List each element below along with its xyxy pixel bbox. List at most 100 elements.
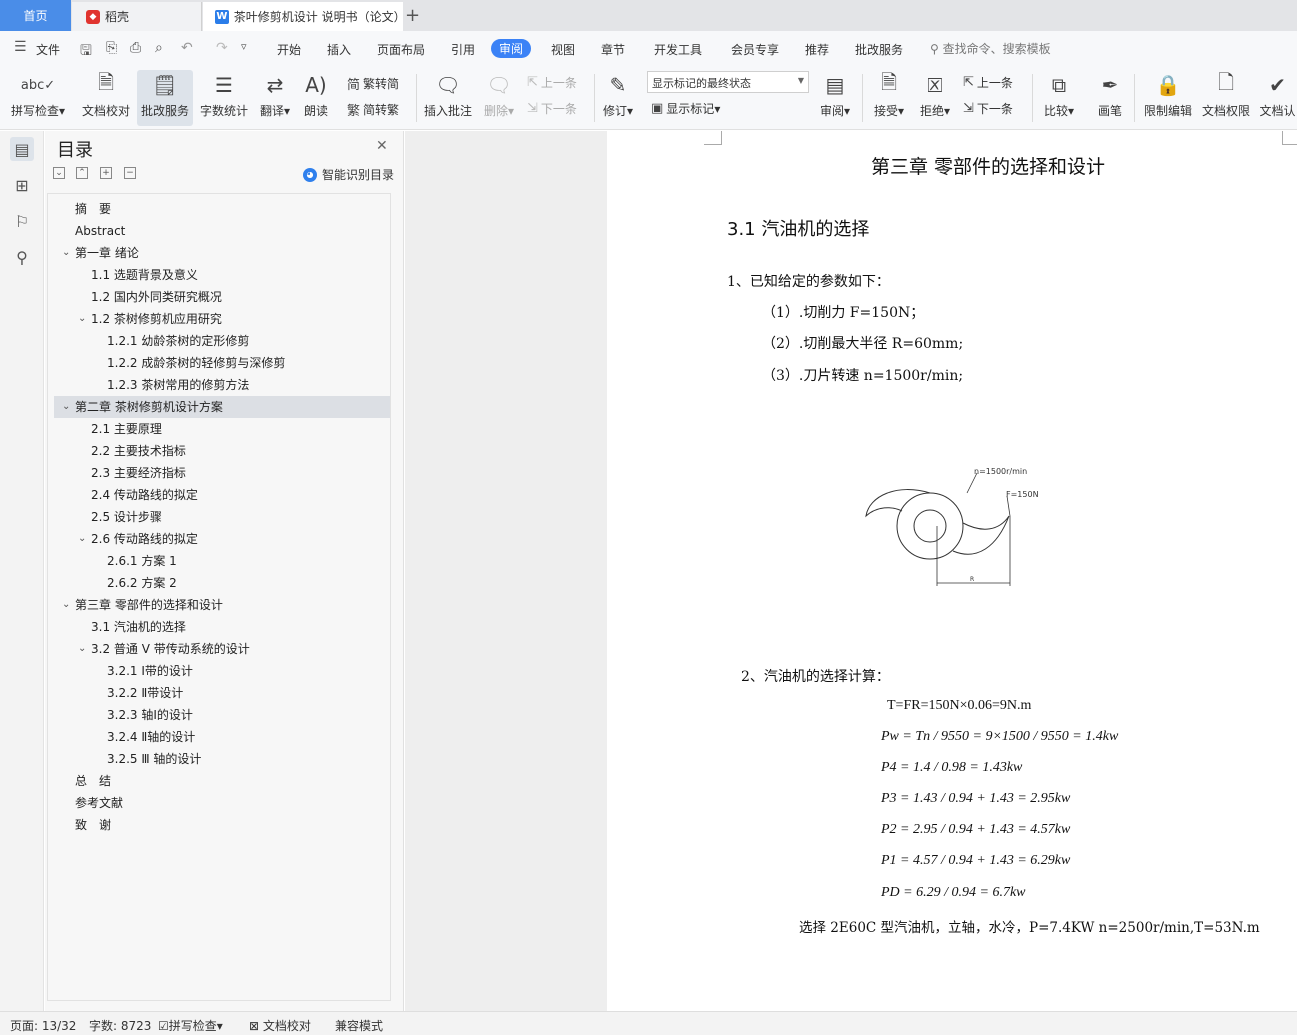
chapter-nav-icon[interactable]: ⊞: [10, 173, 34, 197]
word-count-indicator[interactable]: 字数: 8723: [89, 1017, 151, 1034]
toc-item[interactable]: 2.6.2 方案 2: [48, 572, 390, 594]
toc-item[interactable]: 1.2.2 成龄茶树的轻修剪与深修剪: [48, 352, 390, 374]
expand-up-icon[interactable]: ⌃: [76, 167, 88, 179]
menu-start[interactable]: 开始: [277, 41, 301, 58]
review-service-button[interactable]: 🗒 批改服务: [137, 70, 193, 126]
chevron-down-icon[interactable]: ⌄: [62, 242, 70, 264]
preview-icon[interactable]: ⌕: [155, 40, 163, 56]
doc-permission-button[interactable]: 🗋 文档权限: [1200, 70, 1252, 126]
reject-change-button[interactable]: 🗵 拒绝▾: [916, 70, 954, 126]
add-level-icon[interactable]: +: [100, 167, 112, 179]
document-page[interactable]: 第三章 零部件的选择和设计 3.1 汽油机的选择 1、已知给定的参数如下： （1…: [607, 131, 1297, 1011]
remove-level-icon[interactable]: −: [124, 167, 136, 179]
chevron-down-icon[interactable]: ⌄: [78, 638, 86, 660]
undo-icon[interactable]: ↶: [181, 40, 193, 56]
toc-item[interactable]: 总 结: [48, 770, 390, 792]
toc-item[interactable]: ⌄ 1.2 茶树修剪机应用研究: [48, 308, 390, 330]
toc-item[interactable]: 参考文献: [48, 792, 390, 814]
chevron-down-icon[interactable]: ⌄: [62, 396, 70, 418]
translate-button[interactable]: ⇄ 翻译▾: [256, 70, 294, 126]
export-icon[interactable]: ⎘: [106, 40, 117, 56]
menu-recommend[interactable]: 推荐: [805, 41, 829, 58]
menu-dev-tools[interactable]: 开发工具: [654, 41, 702, 58]
save-icon[interactable]: 🖫: [80, 40, 92, 64]
status-spell-check[interactable]: ☑拼写检查▾: [158, 1017, 223, 1034]
pen-button[interactable]: ✒ 画笔: [1094, 70, 1126, 126]
toc-item[interactable]: 2.6.1 方案 1: [48, 550, 390, 572]
toc-item[interactable]: 3.2.4 Ⅱ轴的设计: [48, 726, 390, 748]
toc-item[interactable]: ⌄ 2.6 传动路线的拟定: [48, 528, 390, 550]
bookmark-icon[interactable]: ⚐: [10, 209, 34, 233]
toc-item[interactable]: 2.4 传动路线的拟定: [48, 484, 390, 506]
toc-panel-icon[interactable]: ▤: [10, 137, 34, 161]
menu-reference[interactable]: 引用: [451, 41, 475, 58]
chevron-down-icon[interactable]: ⌄: [78, 528, 86, 550]
simp-to-trad-button[interactable]: 繁简转繁: [347, 100, 399, 119]
toc-item[interactable]: 3.2.1 Ⅰ带的设计: [48, 660, 390, 682]
print-icon[interactable]: ⎙: [130, 40, 141, 56]
prev-change-button[interactable]: ⇱ 上一条: [963, 74, 1013, 91]
menu-review-service[interactable]: 批改服务: [855, 41, 903, 58]
toc-item[interactable]: 摘 要: [48, 198, 390, 220]
page-indicator[interactable]: 页面: 13/32: [10, 1017, 76, 1034]
toc-item[interactable]: 3.2.2 Ⅱ带设计: [48, 682, 390, 704]
toc-item[interactable]: 1.2.3 茶树常用的修剪方法: [48, 374, 390, 396]
trad-to-simp-button[interactable]: 简繁转简: [347, 74, 399, 93]
menu-file[interactable]: 文件: [36, 41, 60, 58]
menu-chapter[interactable]: 章节: [601, 41, 625, 58]
word-count-button[interactable]: ☰ 字数统计: [198, 70, 250, 126]
doc-certify-button[interactable]: ✔ 文档认: [1258, 70, 1297, 126]
toc-item[interactable]: 1.2 国内外同类研究概况: [48, 286, 390, 308]
search-icon[interactable]: ⚲: [10, 245, 34, 269]
toc-item[interactable]: 致 谢: [48, 814, 390, 836]
redo-icon[interactable]: ↷: [216, 40, 228, 56]
menu-insert[interactable]: 插入: [327, 41, 351, 58]
compare-button[interactable]: ⧉ 比较▾: [1040, 70, 1078, 126]
toc-item[interactable]: 2.2 主要技术指标: [48, 440, 390, 462]
tab-document[interactable]: W 茶叶修剪机设计 说明书（论文）: [203, 2, 406, 31]
prev-comment-button[interactable]: ⇱ 上一条: [527, 74, 577, 91]
menu-review[interactable]: 审阅: [491, 39, 532, 58]
new-tab-button[interactable]: +: [405, 5, 420, 26]
restrict-edit-button[interactable]: 🔒 限制编辑: [1140, 70, 1196, 126]
show-markup-button[interactable]: ▣ 显示标记 ▾: [651, 100, 720, 117]
spell-check-button[interactable]: abc✓ 拼写检查▾: [10, 70, 66, 126]
delete-comment-button[interactable]: 🗨 删除▾: [480, 70, 518, 126]
toc-item[interactable]: Abstract: [48, 220, 390, 242]
chevron-down-icon[interactable]: ⌄: [62, 594, 70, 616]
track-changes-button[interactable]: ✎ 修订▾: [600, 70, 636, 126]
toc-item[interactable]: 2.5 设计步骤: [48, 506, 390, 528]
toc-item[interactable]: ⌄ 3.2 普通 V 带传动系统的设计: [48, 638, 390, 660]
menu-member[interactable]: 会员专享: [731, 41, 779, 58]
close-icon[interactable]: ✕: [376, 138, 388, 154]
chevron-down-icon[interactable]: ⌄: [78, 308, 86, 330]
menu-layout[interactable]: 页面布局: [377, 41, 425, 58]
next-change-button[interactable]: ⇲ 下一条: [963, 100, 1013, 117]
markup-state-select[interactable]: 显示标记的最终状态 ▼: [647, 71, 809, 93]
toc-item[interactable]: 1.2.1 幼龄茶树的定形修剪: [48, 330, 390, 352]
collapse-all-icon[interactable]: ⌄: [53, 167, 65, 179]
menu-view[interactable]: 视图: [551, 41, 575, 58]
toc-item[interactable]: 2.1 主要原理: [48, 418, 390, 440]
accept-change-button[interactable]: 🗎 接受▾: [870, 70, 908, 126]
smart-toc-button[interactable]: ◕ 智能识别目录: [303, 166, 394, 183]
hamburger-icon[interactable]: ☰: [14, 39, 27, 55]
next-comment-button[interactable]: ⇲ 下一条: [527, 100, 577, 117]
toc-item[interactable]: ⌄ 第二章 茶树修剪机设计方案: [54, 396, 390, 418]
toc-item[interactable]: ⌄ 第一章 绪论: [48, 242, 390, 264]
status-doc-check[interactable]: ⊠ 文档校对: [249, 1017, 311, 1034]
command-search[interactable]: ⚲ 查找命令、搜索模板: [930, 40, 1051, 57]
toc-item[interactable]: 3.2.5 Ⅲ 轴的设计: [48, 748, 390, 770]
read-aloud-button[interactable]: A) 朗读: [300, 70, 332, 126]
toc-item[interactable]: 3.1 汽油机的选择: [48, 616, 390, 638]
doc-check-button[interactable]: 🗎 文档校对: [80, 70, 132, 126]
toc-item[interactable]: 3.2.3 轴Ⅰ的设计: [48, 704, 390, 726]
tab-daoke[interactable]: ◆ 稻壳: [72, 2, 202, 31]
tab-home[interactable]: 首页: [0, 0, 71, 31]
insert-comment-button[interactable]: 🗨 插入批注: [422, 70, 474, 126]
toc-item[interactable]: ⌄ 第三章 零部件的选择和设计: [48, 594, 390, 616]
review-pane-button[interactable]: ▤ 审阅▾: [816, 70, 854, 126]
toc-item[interactable]: 2.3 主要经济指标: [48, 462, 390, 484]
toc-item[interactable]: 1.1 选题背景及意义: [48, 264, 390, 286]
quick-access-more-icon[interactable]: ▿: [241, 40, 247, 53]
